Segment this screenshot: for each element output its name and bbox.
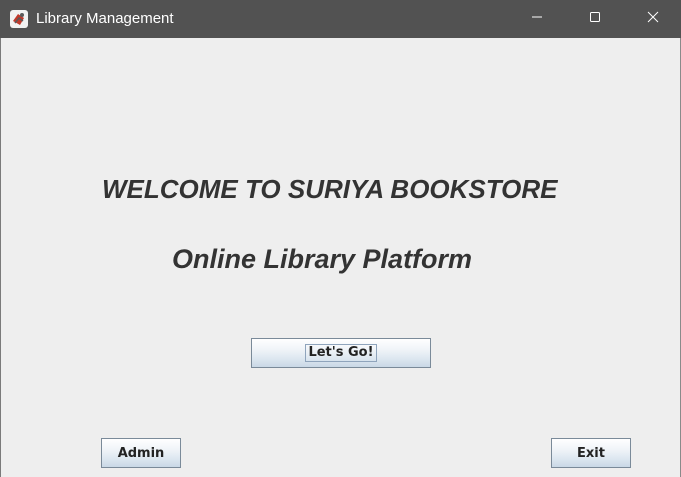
admin-label: Admin — [117, 445, 165, 461]
lets-go-label: Let's Go! — [305, 344, 377, 362]
window-border-left — [0, 38, 1, 477]
close-button[interactable] — [624, 0, 681, 38]
welcome-heading: WELCOME TO SURIYA BOOKSTORE — [102, 174, 558, 204]
minimize-button[interactable] — [508, 0, 566, 38]
admin-button[interactable]: Admin — [101, 438, 181, 468]
exit-label: Exit — [577, 445, 605, 461]
window-title: Library Management — [36, 10, 174, 27]
title-bar[interactable]: Library Management — [0, 0, 681, 38]
platform-subtitle: Online Library Platform — [172, 244, 473, 274]
maximize-button[interactable] — [566, 0, 624, 38]
app-window: Library Management WELCOME TO SURIYA BOO… — [0, 0, 681, 477]
exit-button[interactable]: Exit — [551, 438, 631, 468]
maximize-icon — [589, 10, 601, 28]
java-app-icon — [9, 9, 29, 29]
lets-go-button[interactable]: Let's Go! — [251, 338, 431, 368]
close-icon — [647, 10, 659, 28]
minimize-icon — [531, 10, 543, 28]
